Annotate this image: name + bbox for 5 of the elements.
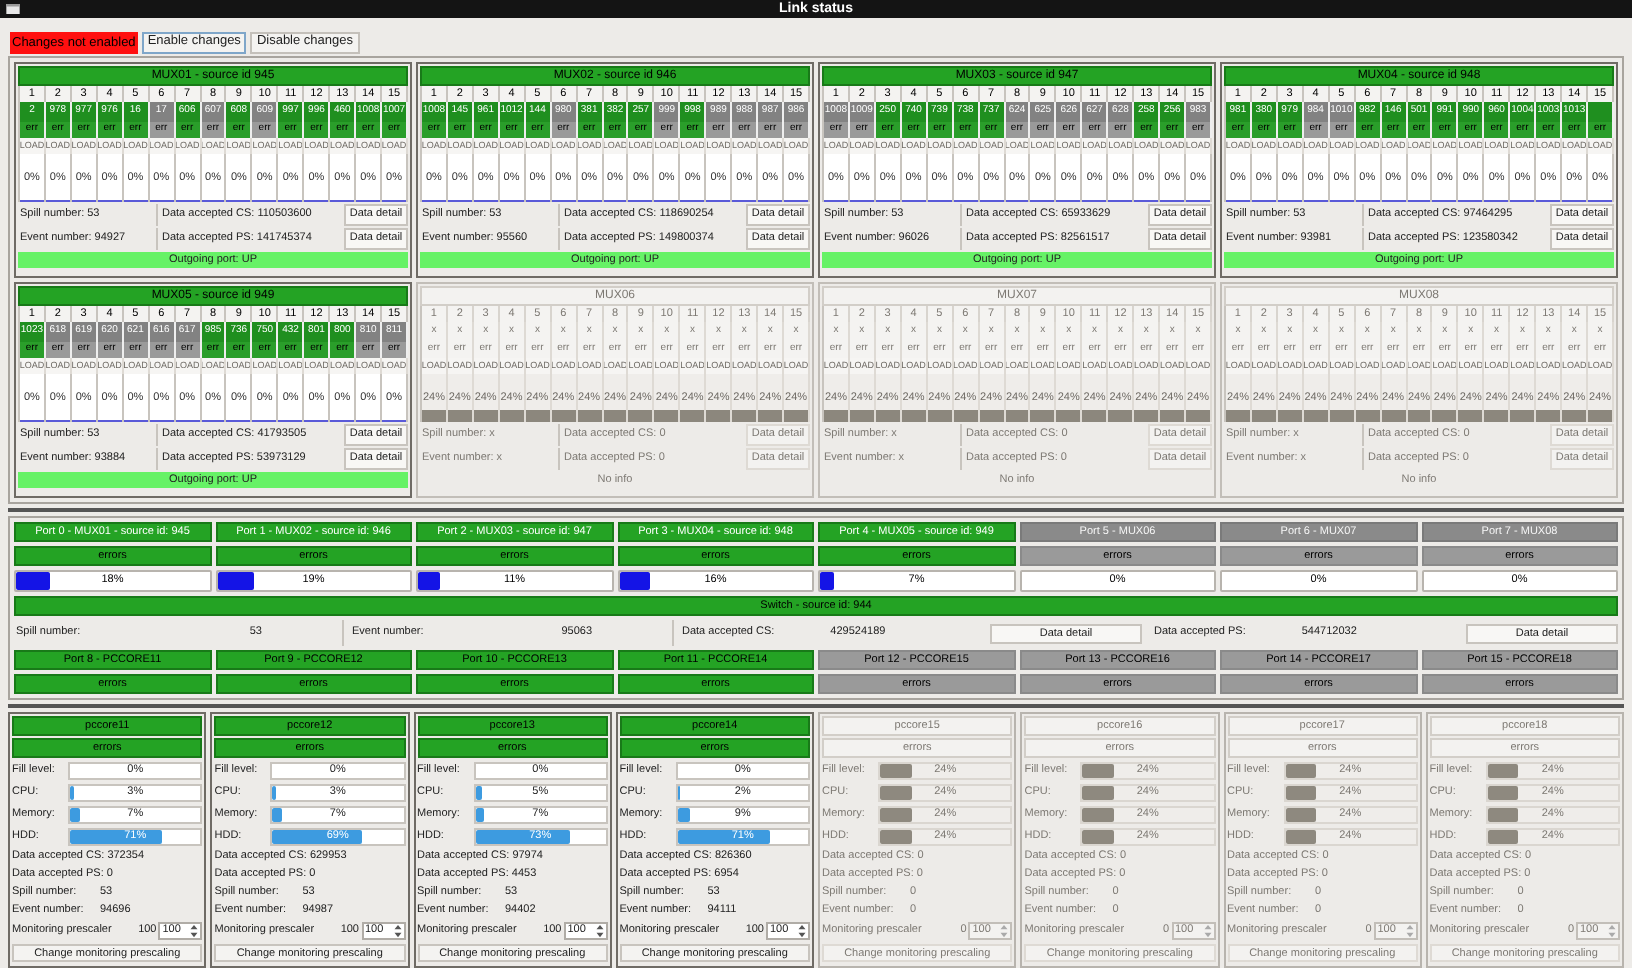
spin-arrows-icon[interactable] — [595, 924, 604, 938]
window-icon — [6, 4, 20, 14]
spin-arrows-icon[interactable] — [798, 924, 806, 938]
spin-arrows-icon[interactable] — [393, 924, 401, 938]
spin-arrows-icon[interactable] — [190, 924, 199, 938]
